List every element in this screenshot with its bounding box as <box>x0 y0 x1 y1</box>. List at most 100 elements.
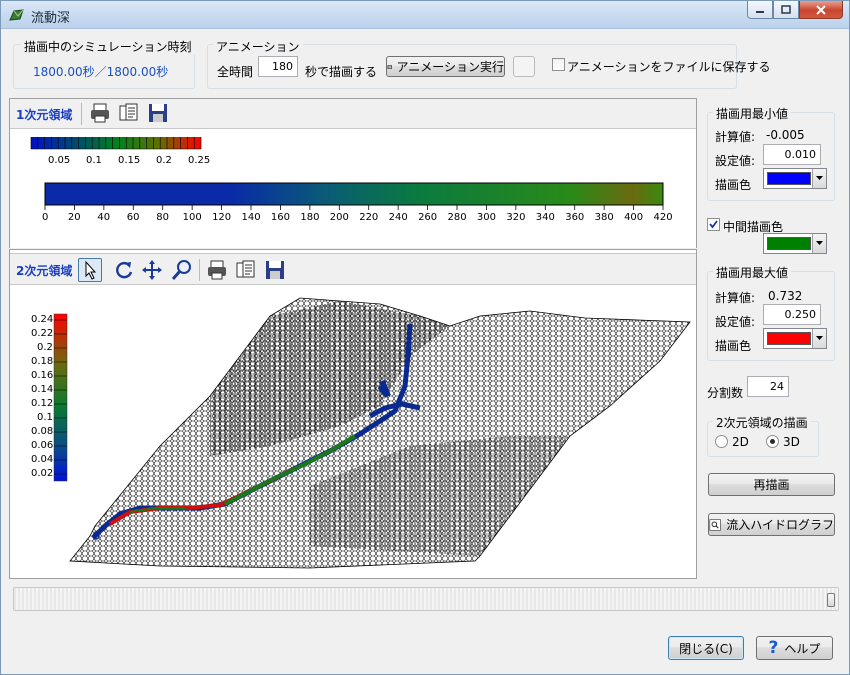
bar-1d-tick-label: 140 <box>241 212 261 223</box>
min-calc-value: -0.005 <box>766 128 805 142</box>
animation-group-label: アニメーション <box>213 38 303 55</box>
bar-1d-tick-label: 400 <box>624 212 644 223</box>
bar-1d-axis: 0 20 40 60 80 100 120 140 160 180 200 220 240 260 280 3… <box>41 211 681 227</box>
app-icon <box>9 9 24 21</box>
rotate-icon[interactable] <box>113 259 135 281</box>
redraw-button[interactable]: 再描画 <box>708 473 835 496</box>
bar-1d-tick-label: 40 <box>97 212 111 223</box>
legend-1d-tick: 0.25 <box>188 155 211 166</box>
print-icon[interactable] <box>206 259 228 281</box>
legend-1d-tick: 0.05 <box>48 155 71 166</box>
bar-1d-tick-label: 380 <box>594 212 614 223</box>
flow-depth-window: 流動深 描画中のシミュレーション時刻 1800.00秒／1800.00秒 アニメ… <box>0 0 850 675</box>
save-animation-checkbox[interactable] <box>552 58 565 71</box>
bar-1d-tick-label: 220 <box>359 212 379 223</box>
max-color-picker[interactable] <box>763 328 827 349</box>
divisions-label: 分割数 <box>707 386 744 400</box>
title-bar[interactable]: 流動深 <box>1 1 849 29</box>
mid-color-picker[interactable] <box>763 233 827 254</box>
bar-1d-tick-label: 320 <box>506 212 526 223</box>
print-icon[interactable] <box>89 102 111 124</box>
pointer-icon <box>85 260 97 280</box>
panel-1d-header <box>10 99 696 129</box>
legend-1d-tick: 0.2 <box>156 155 172 166</box>
close-window-button[interactable] <box>799 1 843 19</box>
duration-input[interactable]: 180 <box>258 56 298 77</box>
bar-1d-tick-label: 180 <box>300 212 320 223</box>
pointer-tool-button[interactable] <box>78 258 102 282</box>
radio-2d-label: 2D <box>732 435 749 449</box>
maximize-button[interactable] <box>773 1 799 19</box>
time-slider-track[interactable] <box>13 587 839 611</box>
bar-1d-tick-label: 200 <box>329 212 349 223</box>
panel-1d-label: 1次元領域 <box>16 108 73 122</box>
bar-1d-tick-label: 420 <box>653 212 673 223</box>
bar-1d-tick-label: 20 <box>67 212 81 223</box>
checkmark-icon <box>709 220 718 229</box>
chevron-down-icon <box>816 176 823 180</box>
min-color-picker[interactable] <box>763 168 827 189</box>
help-icon: ? <box>768 638 779 658</box>
max-set-input[interactable]: 0.250 <box>763 304 821 325</box>
radio-3d-label: 3D <box>783 435 800 449</box>
maximize-icon <box>781 5 791 14</box>
min-value-group-label: 描画用最小値 <box>713 105 792 122</box>
max-calc-label: 計算値: <box>715 291 756 305</box>
copy-icon[interactable] <box>118 102 140 124</box>
toolbar-separator <box>81 103 82 125</box>
sim-time-value: 1800.00秒／1800.00秒 <box>33 65 169 79</box>
min-color-label: 描画色 <box>715 178 752 192</box>
zoom-icon[interactable] <box>171 259 193 281</box>
total-time-label: 全時間 <box>217 65 254 79</box>
run-animation-button[interactable]: アニメーション実行 <box>386 56 505 77</box>
film-icon <box>387 64 393 69</box>
bar-1d-tick-label: 160 <box>270 212 291 223</box>
close-icon <box>816 4 826 15</box>
max-set-label: 設定値: <box>715 315 756 329</box>
toolbar-separator <box>199 259 200 281</box>
min-calc-label: 計算値: <box>715 130 756 144</box>
minimize-icon <box>756 10 764 13</box>
help-label: ヘルプ <box>784 641 821 656</box>
min-color-swatch <box>767 172 811 185</box>
window-controls <box>747 1 843 21</box>
copy-icon[interactable] <box>235 259 257 281</box>
terrain-3d-mesh <box>69 297 691 569</box>
pan-icon[interactable] <box>141 259 163 281</box>
hydrograph-button[interactable]: 流入ハイドログラフ <box>708 513 835 536</box>
save-icon[interactable] <box>264 259 286 281</box>
dropdown-arrow[interactable] <box>812 169 826 188</box>
blank-square-button[interactable] <box>513 56 535 77</box>
dropdown-arrow[interactable] <box>812 329 826 348</box>
min-set-input[interactable]: 0.010 <box>763 144 821 165</box>
bar-1d-tick-label: 240 <box>388 212 408 223</box>
legend-1d-small-ticks: 0.05 0.1 0.15 0.2 0.25 <box>29 155 219 169</box>
max-calc-value: 0.732 <box>768 289 803 303</box>
duration-suffix: 秒で描画する <box>305 65 378 79</box>
chevron-down-icon <box>816 336 823 340</box>
legend-1d-tick: 0.15 <box>118 155 141 166</box>
bar-1d-tick-label: 280 <box>447 212 467 223</box>
mid-color-swatch <box>767 237 811 250</box>
hydrograph-label: 流入ハイドログラフ <box>726 518 834 532</box>
bar-1d-tick-label: 0 <box>42 212 49 223</box>
minimize-button[interactable] <box>747 1 773 19</box>
bar-1d <box>44 182 664 210</box>
panel-2d-label: 2次元領域 <box>16 264 73 278</box>
max-color-label: 描画色 <box>715 339 752 353</box>
save-icon[interactable] <box>147 102 169 124</box>
radio-3d[interactable] <box>766 435 779 448</box>
mid-color-checkbox[interactable] <box>707 218 720 231</box>
window-title: 流動深 <box>31 11 71 26</box>
bar-1d-tick-label: 260 <box>418 212 438 223</box>
bar-1d-tick-label: 100 <box>182 212 202 223</box>
time-slider-thumb[interactable] <box>827 593 835 607</box>
legend-1d-tick: 0.1 <box>86 155 102 166</box>
help-button[interactable]: ? ヘルプ <box>756 636 833 660</box>
radio-2d[interactable] <box>715 435 728 448</box>
divisions-input[interactable]: 24 <box>747 376 789 397</box>
close-button[interactable]: 閉じる(C) <box>668 636 744 660</box>
bar-1d-tick-label: 120 <box>212 212 232 223</box>
dropdown-arrow[interactable] <box>812 234 826 253</box>
min-set-label: 設定値: <box>715 154 756 168</box>
